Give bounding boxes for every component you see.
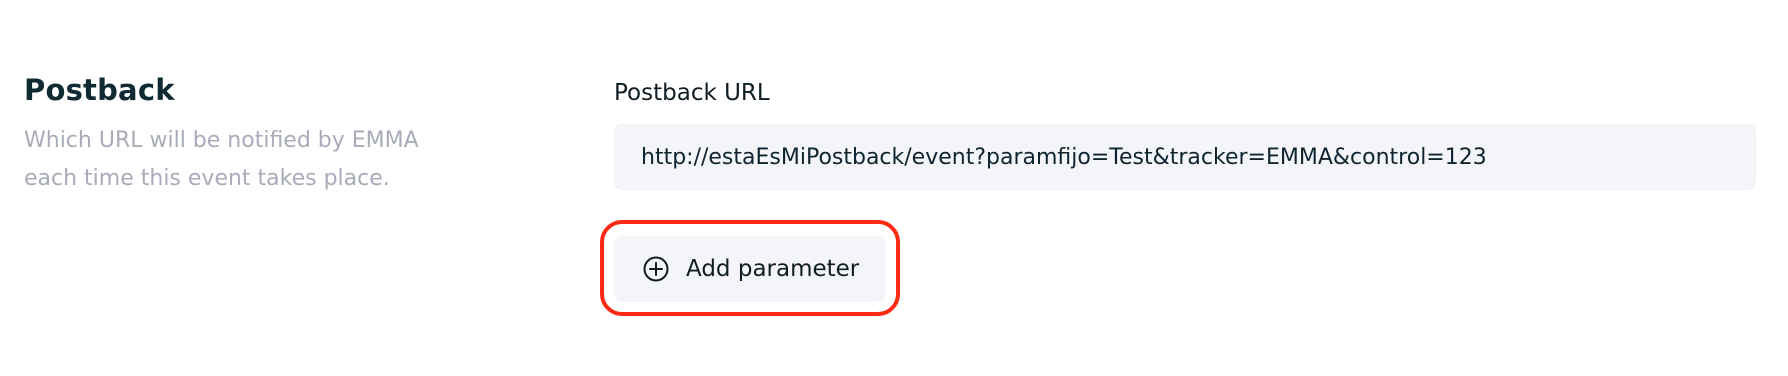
section-description: Which URL will be notified by EMMA each … (24, 128, 419, 191)
section-title: Postback (24, 73, 175, 107)
section-header: Postback Which URL will be notified by E… (24, 70, 444, 198)
postback-section: Postback Which URL will be notified by E… (0, 0, 1788, 376)
add-parameter-label: Add parameter (686, 256, 860, 282)
plus-circle-icon (642, 255, 670, 283)
postback-url-field[interactable]: http://estaEsMiPostback/event?paramfijo=… (614, 124, 1756, 190)
add-parameter-button[interactable]: Add parameter (614, 236, 886, 302)
postback-url-group: Postback URL http://estaEsMiPostback/eve… (614, 76, 1756, 190)
postback-url-label: Postback URL (614, 80, 770, 106)
